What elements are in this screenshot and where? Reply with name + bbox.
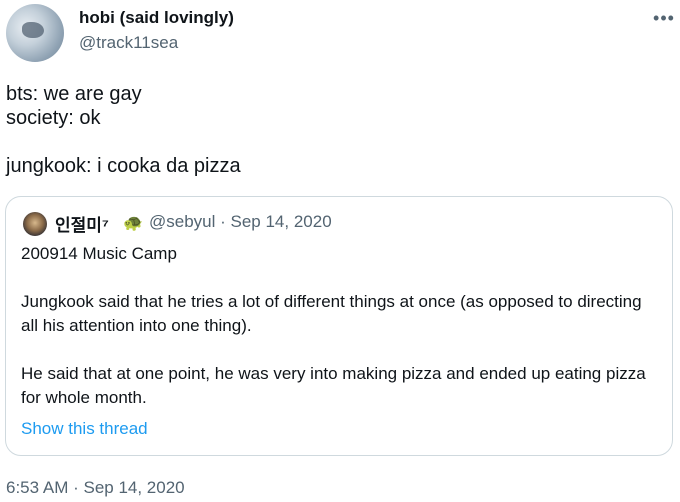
show-thread-link[interactable]: Show this thread	[21, 419, 148, 439]
quoted-author-display-name: 인절미⁷	[55, 216, 109, 235]
tweet-timestamp[interactable]: 6:53 AM · Sep 14, 2020	[6, 478, 185, 498]
turtle-emoji-icon: 🐢	[123, 215, 143, 232]
avatar-image-detail	[22, 22, 44, 38]
tweet-text: bts: we are gay society: ok jungkook: i …	[6, 83, 241, 177]
quoted-tweet-text: 200914 Music Camp Jungkook said that he …	[21, 244, 646, 407]
author-handle[interactable]: @track11sea	[79, 33, 178, 53]
quoted-author-avatar	[23, 212, 47, 236]
author-avatar[interactable]	[6, 4, 64, 62]
quoted-tweet[interactable]: 인절미⁷ 🐢 @sebyul · Sep 14, 2020 200914 Mus…	[5, 196, 673, 456]
more-icon[interactable]: •••	[652, 8, 676, 28]
quoted-author-handle-time: @sebyul · Sep 14, 2020	[149, 212, 332, 231]
author-display-name[interactable]: hobi (said lovingly)	[79, 8, 234, 28]
